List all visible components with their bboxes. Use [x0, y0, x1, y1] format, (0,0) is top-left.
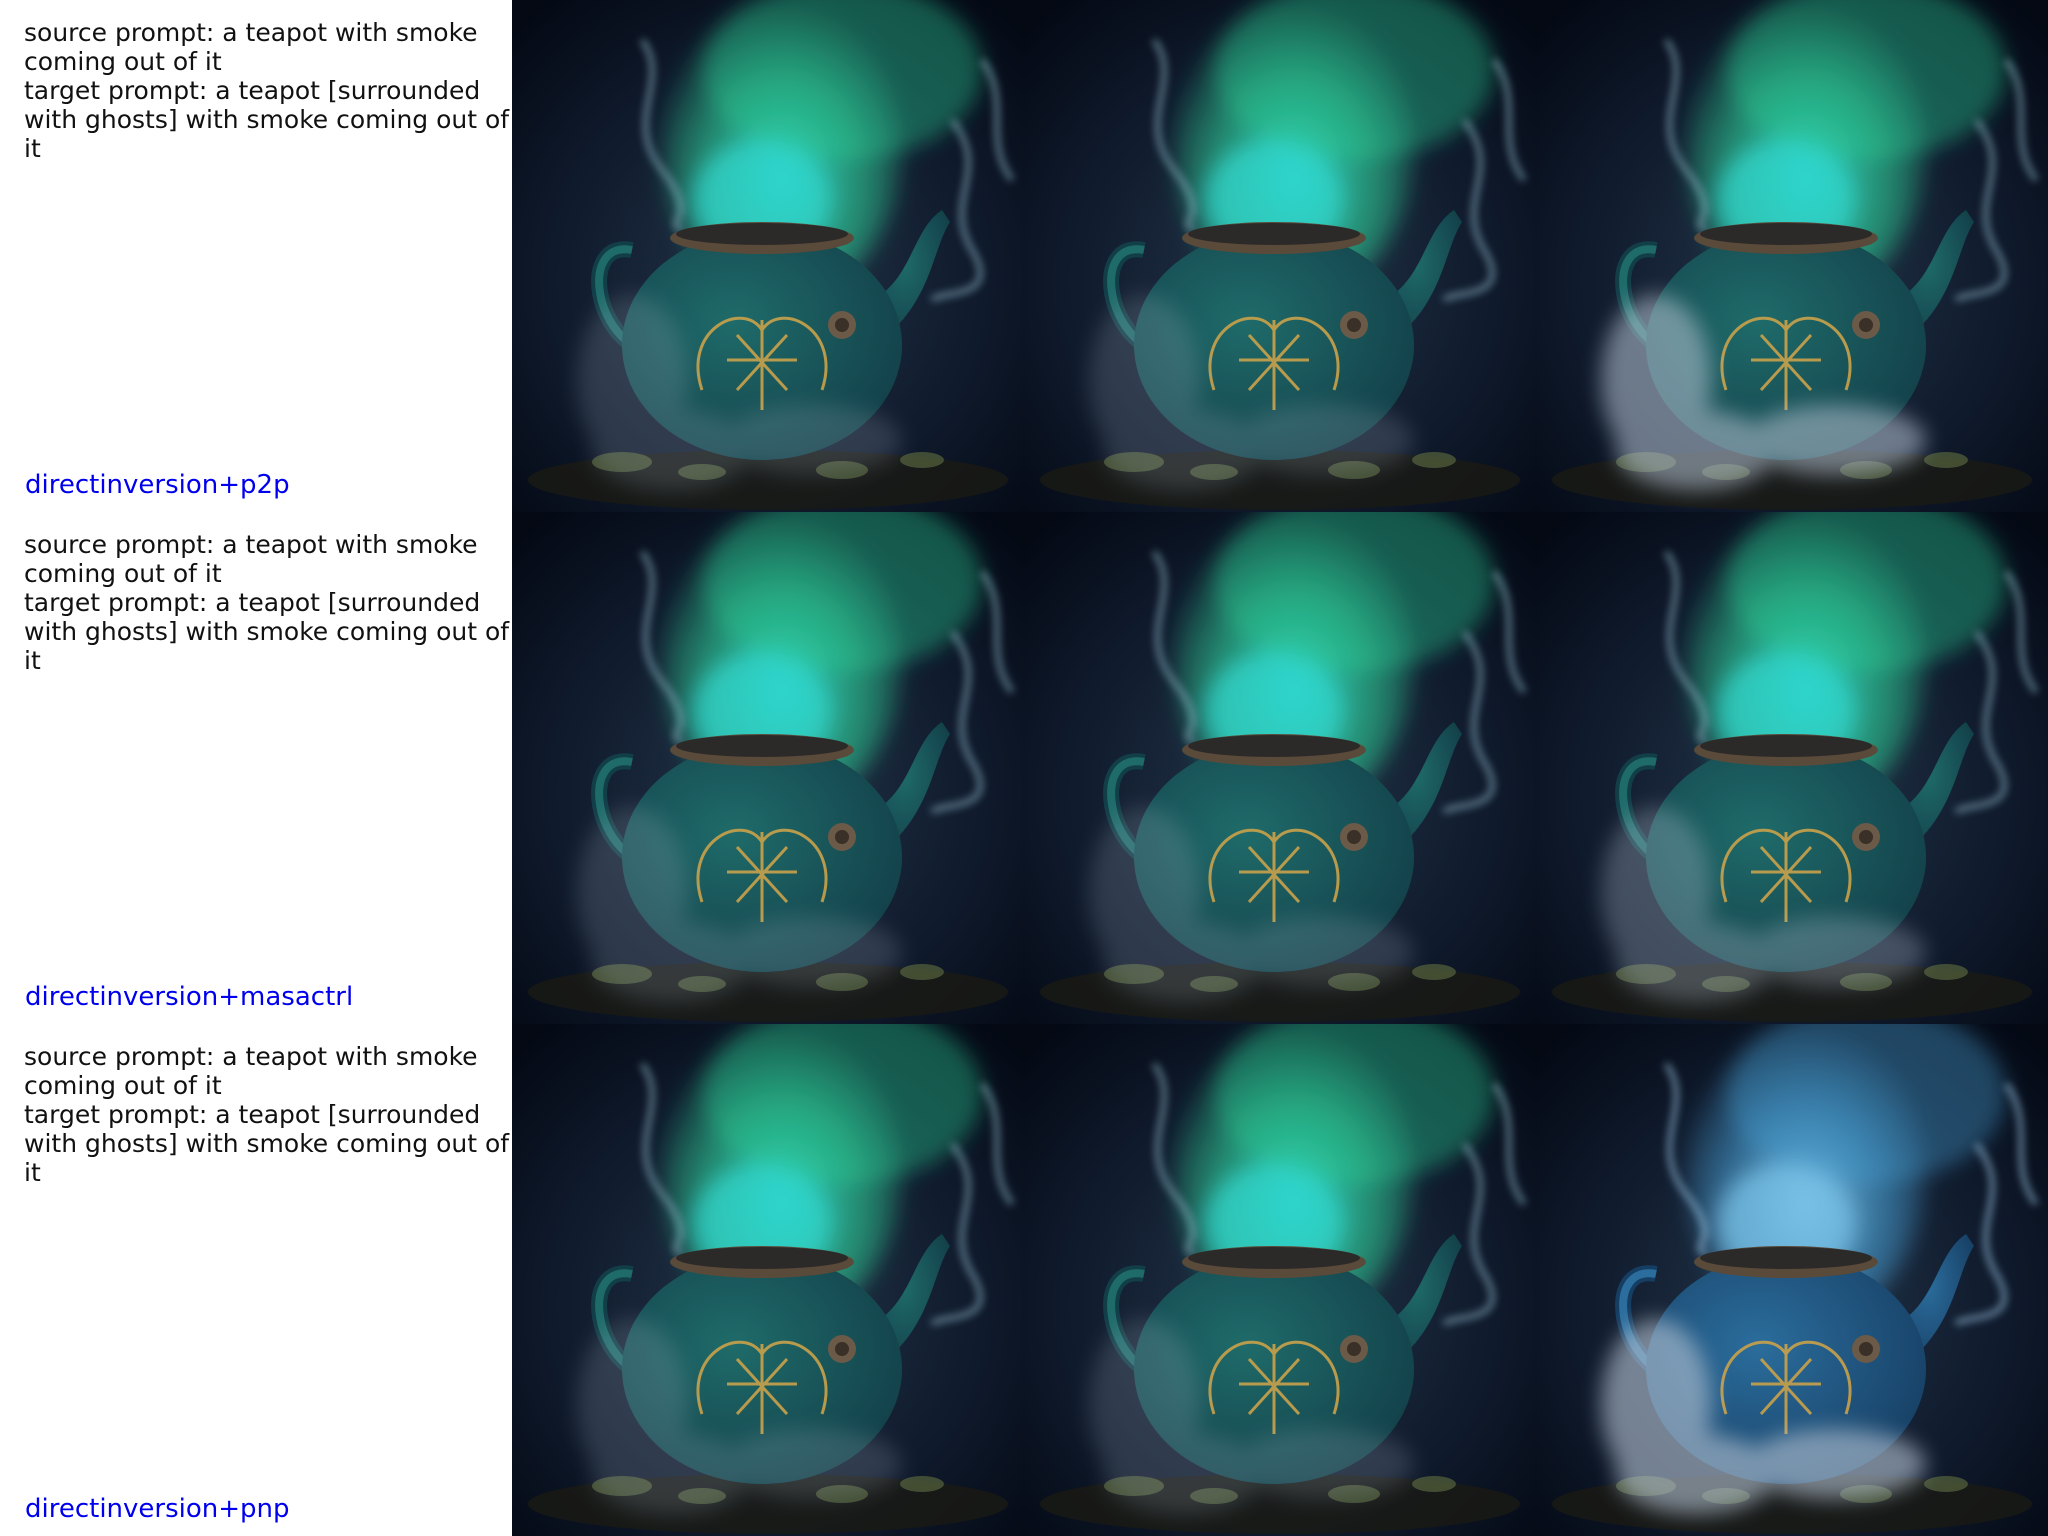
source-prompt: source prompt: a teapot with smoke comin…: [24, 530, 478, 588]
source-image: [512, 0, 1024, 512]
target-prompt: target prompt: a teapot [surrounded with…: [24, 1100, 510, 1187]
teapot-illustration: [1024, 1024, 1536, 1536]
method-label: directinversion+p2p: [25, 470, 290, 500]
row-label-panel: source prompt: a teapot with smoke comin…: [0, 0, 512, 512]
teapot-illustration: [512, 512, 1024, 1024]
edited-image: [1536, 512, 2048, 1024]
source-image: [512, 1024, 1024, 1536]
source-image: [512, 512, 1024, 1024]
method-label: directinversion+masactrl: [25, 982, 354, 1012]
row-label-panel: source prompt: a teapot with smoke comin…: [0, 512, 512, 1024]
edited-image: [1536, 0, 2048, 512]
source-prompt: source prompt: a teapot with smoke comin…: [24, 18, 478, 76]
source-prompt: source prompt: a teapot with smoke comin…: [24, 1042, 478, 1100]
teapot-illustration: [1536, 1024, 2048, 1536]
teapot-illustration: [1024, 0, 1536, 512]
reconstructed-image: [1024, 512, 1536, 1024]
prompt-text: source prompt: a teapot with smoke comin…: [24, 530, 512, 675]
edited-image: [1536, 1024, 2048, 1536]
reconstructed-image: [1024, 1024, 1536, 1536]
row-label-panel: source prompt: a teapot with smoke comin…: [0, 1024, 512, 1536]
reconstructed-image: [1024, 0, 1536, 512]
comparison-grid: source prompt: a teapot with smoke comin…: [0, 0, 2048, 1536]
teapot-illustration: [512, 1024, 1024, 1536]
teapot-illustration: [1536, 512, 2048, 1024]
target-prompt: target prompt: a teapot [surrounded with…: [24, 588, 510, 675]
teapot-illustration: [512, 0, 1024, 512]
teapot-illustration: [1536, 0, 2048, 512]
target-prompt: target prompt: a teapot [surrounded with…: [24, 76, 510, 163]
teapot-illustration: [1024, 512, 1536, 1024]
prompt-text: source prompt: a teapot with smoke comin…: [24, 1042, 512, 1187]
prompt-text: source prompt: a teapot with smoke comin…: [24, 18, 512, 163]
method-label: directinversion+pnp: [25, 1494, 290, 1524]
